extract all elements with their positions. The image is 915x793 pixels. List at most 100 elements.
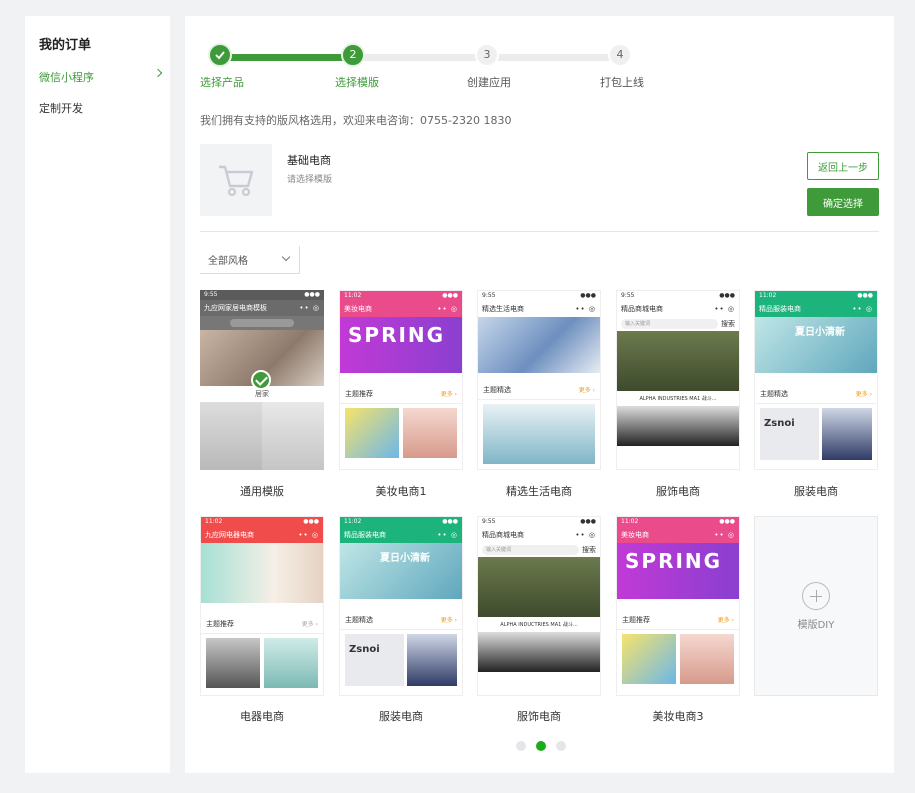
style-filter-value: 全部风格: [208, 256, 248, 267]
status-bar: 9:55 ●●●: [478, 291, 600, 301]
template-label: 美妆电商1: [375, 485, 427, 498]
search-bar: [200, 316, 324, 330]
status-bar: 11:02 ●●●: [617, 517, 739, 527]
template-banner: [478, 557, 600, 617]
sidebar-item-label: 定制开发: [39, 102, 83, 115]
template-card-apparel-2[interactable]: 9:55 ●●● 精品商城电商 •• ◎ 输入关键词 搜索 ALPHA INDUCT…: [477, 516, 601, 696]
template-header: 精品商城电商 •• ◎: [478, 527, 600, 543]
shopping-cart-icon: [219, 165, 254, 197]
status-bar: 11:02 ●●●: [340, 291, 462, 301]
template-product: ALPHA INDUCTRIES MA1 战斗...: [500, 622, 578, 628]
template-images: [201, 634, 323, 692]
template-label: 服装电商: [379, 710, 423, 723]
template-images: [617, 406, 739, 446]
template-section: 主题精选 更多 ›: [340, 611, 462, 630]
template-card-beauty-3[interactable]: 11:02 ●●● 美妆电商 •• ◎ SPRING 主题推荐 更多 ›: [616, 516, 740, 696]
template-diy-card[interactable]: 模版DIY: [754, 516, 878, 696]
template-section: 主题推荐 更多 ›: [201, 615, 323, 634]
template-images: [478, 632, 600, 672]
sidebar-item-label: 微信小程序: [39, 71, 94, 84]
page-dot[interactable]: [556, 741, 566, 751]
template-label: 服饰电商: [517, 710, 561, 723]
template-section: 主题精选 更多 ›: [755, 385, 877, 404]
template-header: 美妆电商 •• ◎: [340, 301, 462, 317]
template-search: 输入关键词 搜索: [478, 543, 600, 557]
divider: [200, 231, 879, 232]
plus-icon: [802, 581, 830, 610]
status-bar: 11:02 ●●●: [340, 517, 462, 527]
step-2-label: 选择模版: [335, 76, 379, 89]
sidebar: 我的订单 微信小程序 定制开发: [25, 16, 170, 773]
template-label: 美妆电商3: [652, 710, 704, 723]
template-images: [617, 630, 739, 688]
template-header: 精品服装电商 •• ◎: [755, 301, 877, 317]
step-3-dot: 3: [475, 43, 499, 67]
diy-label: 模版DIY: [797, 619, 835, 631]
status-bar: 9:55 ●●●: [200, 290, 324, 300]
template-header: 精品商城电商 •• ◎: [617, 301, 739, 317]
product-subtitle: 请选择模版: [287, 175, 333, 185]
template-search: 输入关键词 搜索: [617, 317, 739, 331]
chevron-right-icon: [153, 68, 163, 78]
template-banner: 夏日小清新: [755, 317, 877, 373]
template-banner: [201, 543, 323, 603]
template-images: Zsnoi: [340, 630, 462, 690]
template-section: 主题推荐 更多 ›: [340, 385, 462, 404]
step-4-label: 打包上线: [600, 76, 644, 89]
template-header: 九应网电器电商 •• ◎: [201, 527, 323, 543]
page-dot-active[interactable]: [536, 741, 546, 751]
notice-text: 我们拥有支持的版风格选用，欢迎来电咨询：0755-2320 1830: [200, 114, 512, 127]
step-2-dot: 2: [341, 43, 365, 67]
template-banner: [617, 331, 739, 391]
template-section: 主题推荐 更多 ›: [617, 611, 739, 630]
template-images: Zsnoi: [755, 404, 877, 464]
template-label: 精选生活电商: [506, 485, 572, 498]
product-name: 基础电商: [287, 154, 331, 167]
template-banner: 夏日小清新: [340, 543, 462, 599]
main-panel: 2 3 4 选择产品 选择模版 创建应用 打包上线 我们拥有支持的版风格选用，欢…: [185, 16, 894, 773]
status-bar: 11:02 ●●●: [201, 517, 323, 527]
step-1-label: 选择产品: [200, 76, 244, 89]
template-label: 服装电商: [794, 485, 838, 498]
template-label: 电器电商: [240, 710, 284, 723]
sidebar-item-custom-dev[interactable]: 定制开发: [39, 100, 159, 116]
sidebar-item-mini-program[interactable]: 微信小程序: [39, 68, 163, 85]
template-label: 通用模版: [240, 485, 284, 498]
step-4-dot: 4: [608, 43, 632, 67]
template-card-appliance[interactable]: 11:02 ●●● 九应网电器电商 •• ◎ 主题推荐 更多 ›: [200, 516, 324, 696]
selected-check-icon: [251, 370, 271, 390]
template-header: 精品服装电商 •• ◎: [340, 527, 462, 543]
template-banner: SPRING: [340, 317, 462, 373]
back-button[interactable]: 返回上一步: [807, 152, 879, 180]
pager: [516, 741, 566, 751]
confirm-button[interactable]: 确定选择: [807, 188, 879, 216]
template-section: 主题精选 更多 ›: [478, 381, 600, 400]
template-card-apparel[interactable]: 9:55 ●●● 精品商城电商 •• ◎ 输入关键词 搜索 ALPHA INDUST…: [616, 290, 740, 470]
status-bar: 11:02 ●●●: [755, 291, 877, 301]
page-dot[interactable]: [516, 741, 526, 751]
template-banner: [478, 317, 600, 373]
step-progress-line: [219, 54, 353, 61]
product-image: [200, 144, 272, 216]
template-card-clothing[interactable]: 11:02 ●●● 精品服装电商 •• ◎ 夏日小清新 主题精选 更多 › Zsnoi: [754, 290, 878, 470]
template-card-general[interactable]: 9:55 ●●● 九应网家居电商模板 •• ◎ 居家: [200, 290, 324, 470]
style-filter-select[interactable]: 全部风格: [200, 246, 300, 274]
template-images: [200, 402, 324, 470]
template-header: 美妆电商 •• ◎: [617, 527, 739, 543]
template-images: [340, 404, 462, 462]
template-header: 九应网家居电商模板 •• ◎: [200, 300, 324, 316]
template-header: 精选生活电商 •• ◎: [478, 301, 600, 317]
status-bar: 9:55 ●●●: [617, 291, 739, 301]
template-card-beauty-1[interactable]: 11:02 ●●● 美妆电商 •• ◎ SPRING 主题推荐 更多 ›: [339, 290, 463, 470]
status-bar: 9:55 ●●●: [478, 517, 600, 527]
template-card-clothing-2[interactable]: 11:02 ●●● 精品服装电商 •• ◎ 夏日小清新 主题精选 更多 › Zsnoi: [339, 516, 463, 696]
template-product: ALPHA INDUSTRIES MA1 战斗...: [639, 396, 717, 402]
template-card-life[interactable]: 9:55 ●●● 精选生活电商 •• ◎ 主题精选 更多 ›: [477, 290, 601, 470]
check-icon: [215, 51, 225, 60]
template-banner: SPRING: [617, 543, 739, 599]
template-images: [483, 404, 595, 464]
chevron-down-icon: [281, 252, 291, 262]
sidebar-title: 我的订单: [39, 38, 92, 53]
template-label: 服饰电商: [656, 485, 700, 498]
step-3-label: 创建应用: [467, 76, 511, 89]
